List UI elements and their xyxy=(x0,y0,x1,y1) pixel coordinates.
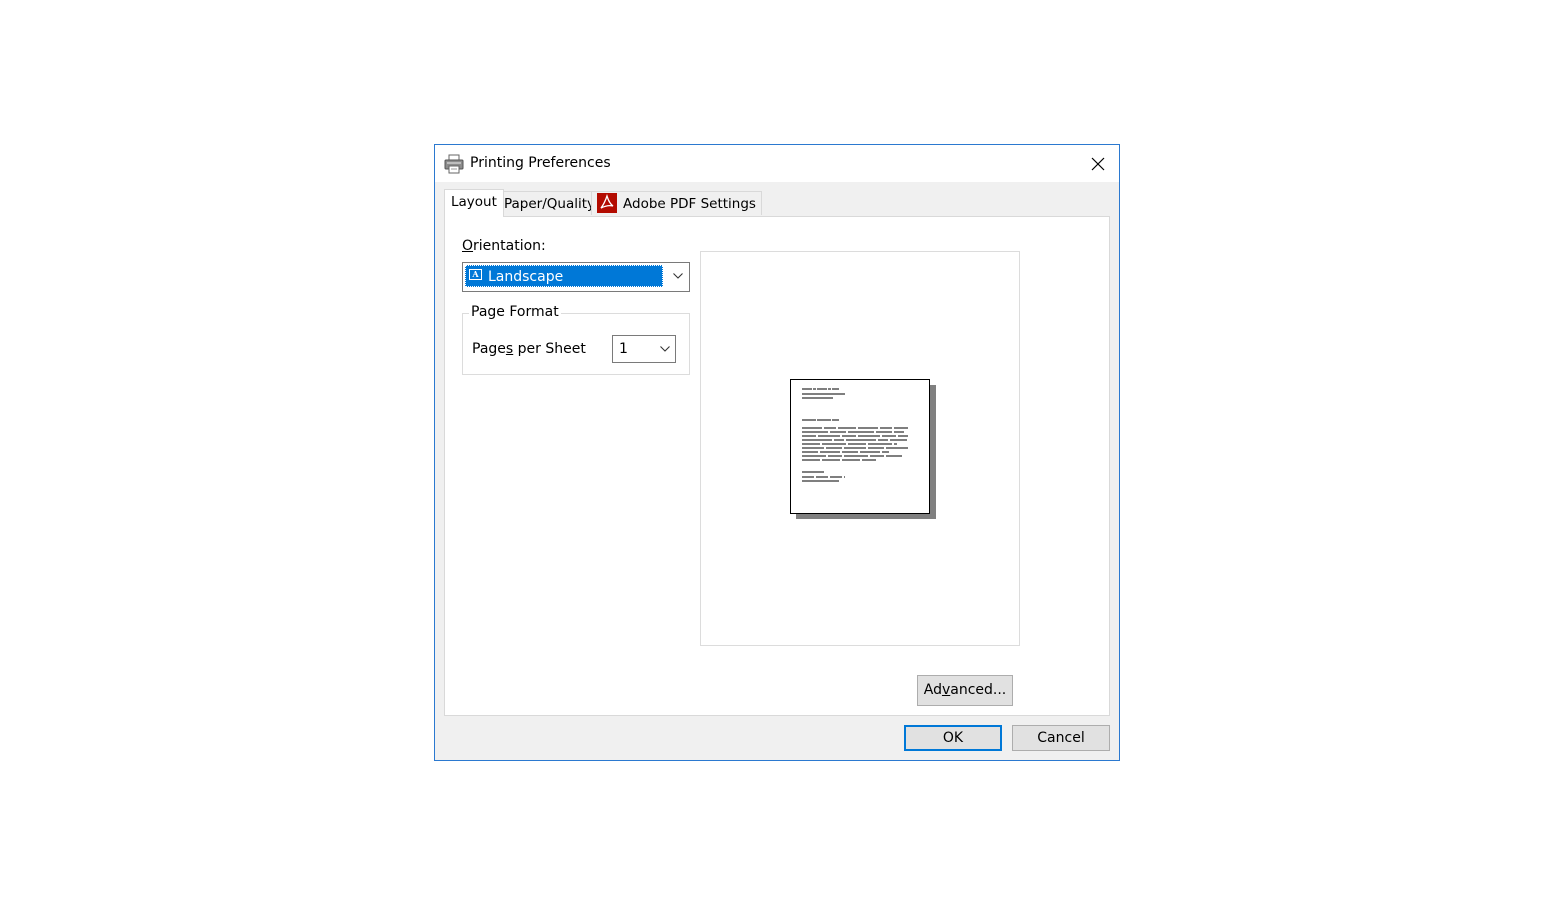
orientation-select[interactable]: A Landscape xyxy=(462,262,690,292)
pages-per-sheet-label: Pages per Sheet xyxy=(472,341,586,357)
ok-button[interactable]: OK xyxy=(904,725,1002,751)
page-format-group: Page Format Pages per Sheet 1 xyxy=(462,304,690,375)
tab-layout[interactable]: Layout xyxy=(444,189,504,217)
advanced-button[interactable]: Advanced... xyxy=(917,675,1013,706)
printing-preferences-dialog: Printing Preferences Layout Paper/Qualit… xyxy=(434,144,1120,761)
document-lines-icon xyxy=(802,388,908,482)
close-icon xyxy=(1091,157,1105,171)
pages-per-sheet-value: 1 xyxy=(619,341,628,357)
layout-preview xyxy=(700,251,1020,646)
orientation-selected-value: A Landscape xyxy=(465,265,663,287)
tab-paper-quality[interactable]: Paper/Quality xyxy=(499,191,602,215)
cancel-button[interactable]: Cancel xyxy=(1012,725,1110,751)
orientation-value: Landscape xyxy=(488,269,564,285)
adobe-acrobat-icon xyxy=(597,192,617,213)
title-bar[interactable]: Printing Preferences xyxy=(435,145,1119,182)
pages-per-sheet-select[interactable]: 1 xyxy=(612,335,676,363)
tab-adobe-pdf-settings[interactable]: Adobe PDF Settings xyxy=(591,191,762,215)
preview-page xyxy=(790,379,930,514)
tab-paper-quality-label: Paper/Quality xyxy=(504,196,596,212)
orientation-label: Orientation: xyxy=(462,238,546,254)
landscape-icon: A xyxy=(469,269,482,280)
tab-layout-label: Layout xyxy=(451,194,497,210)
chevron-down-icon[interactable] xyxy=(667,263,689,289)
page-format-title: Page Format xyxy=(469,304,561,320)
layout-panel: Orientation: A Landscape Page Format Pag… xyxy=(444,216,1110,716)
tab-adobe-pdf-settings-label: Adobe PDF Settings xyxy=(623,196,756,212)
window-title: Printing Preferences xyxy=(470,155,611,171)
close-button[interactable] xyxy=(1081,148,1115,180)
printer-icon xyxy=(444,154,464,174)
chevron-down-icon[interactable] xyxy=(655,336,675,362)
